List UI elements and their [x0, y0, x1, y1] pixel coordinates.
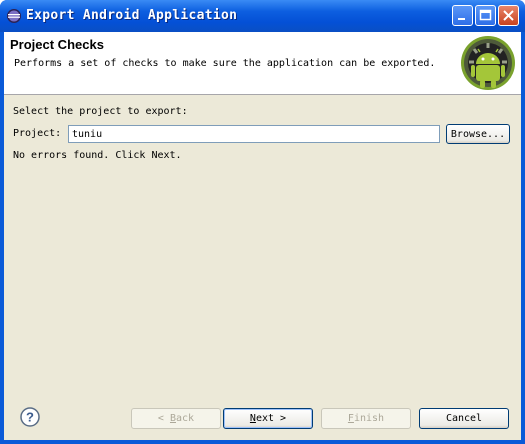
window-title: Export Android Application — [26, 8, 238, 23]
minimize-icon — [458, 18, 465, 20]
title-bar[interactable]: Export Android Application — [0, 0, 525, 32]
maximize-button[interactable] — [475, 5, 496, 26]
finish-label: inish — [353, 413, 385, 424]
browse-button[interactable]: Browse... — [446, 124, 510, 144]
page-title: Project Checks — [10, 37, 104, 52]
cancel-button[interactable]: Cancel — [419, 408, 509, 429]
page-description: Performs a set of checks to make sure th… — [14, 58, 436, 69]
maximize-icon — [479, 9, 492, 21]
close-icon — [503, 10, 514, 21]
dialog-body: Project Checks Performs a set of checks … — [4, 32, 521, 440]
status-message: No errors found. Click Next. — [13, 150, 182, 161]
next-button[interactable]: Next > — [223, 408, 313, 429]
close-button[interactable] — [498, 5, 519, 26]
minimize-button[interactable] — [452, 5, 473, 26]
back-prefix: < — [157, 413, 170, 424]
wizard-header: Project Checks Performs a set of checks … — [4, 32, 521, 95]
back-label: ack — [176, 413, 195, 424]
project-input[interactable] — [68, 125, 440, 143]
select-project-label: Select the project to export: — [13, 106, 188, 117]
project-label: Project: — [13, 128, 62, 139]
finish-button[interactable]: Finish — [321, 408, 411, 429]
next-label: ext > — [255, 413, 287, 424]
help-icon[interactable]: ? — [20, 407, 40, 427]
back-button[interactable]: < Back — [131, 408, 221, 429]
dialog-window: Export Android Application Project Check… — [0, 0, 525, 444]
eclipse-icon — [7, 9, 21, 23]
svg-text:?: ? — [26, 410, 34, 425]
android-logo — [461, 36, 515, 90]
